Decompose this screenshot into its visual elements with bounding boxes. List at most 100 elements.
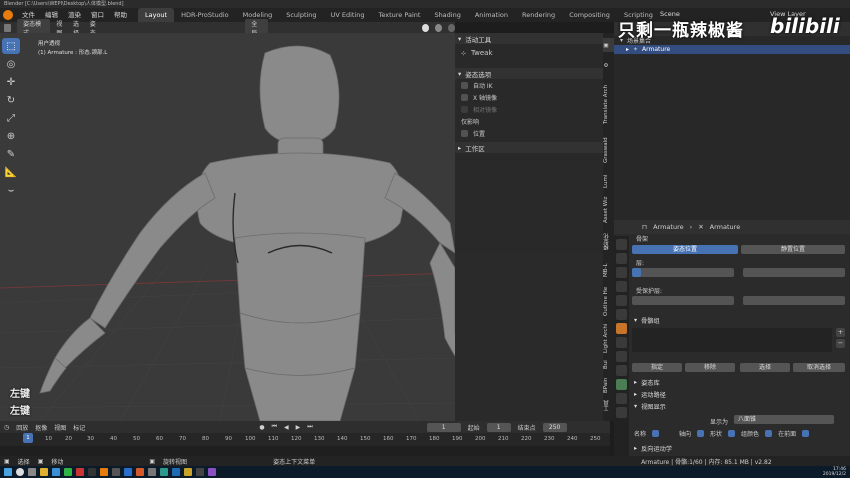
menu-help[interactable]: 帮助: [109, 8, 132, 22]
end-frame-field[interactable]: 250: [542, 422, 567, 432]
tab-texture-paint[interactable]: Texture Paint: [371, 8, 427, 22]
bone-groups-list[interactable]: [632, 328, 832, 352]
current-frame-field[interactable]: 1: [426, 422, 461, 432]
in-front-checkbox[interactable]: [802, 430, 810, 437]
blender-taskbar-icon[interactable]: [100, 468, 108, 476]
axes-checkbox[interactable]: [697, 430, 705, 437]
tab-hdr-prostudio[interactable]: HDR-ProStudio: [174, 8, 236, 22]
tab-outline-he[interactable]: Outline He: [603, 283, 614, 319]
scale-icon[interactable]: ⤢: [2, 110, 20, 126]
bone-tab-icon[interactable]: [616, 393, 627, 404]
tab-uv-editing[interactable]: UV Editing: [324, 8, 372, 22]
assign-button[interactable]: 指定: [632, 363, 682, 372]
auto-ik-checkbox[interactable]: [461, 81, 468, 89]
tab-lumi[interactable]: Lumi: [603, 171, 614, 191]
tab-bpain[interactable]: BPain: [603, 375, 614, 395]
display-as-dropdown[interactable]: 八面锥: [734, 415, 834, 424]
timeline-track[interactable]: [0, 446, 610, 456]
bone-groups-section[interactable]: ▾ 骨骼组: [630, 315, 848, 326]
pose-options-section[interactable]: ▾ 姿态选项: [455, 68, 603, 79]
tab-animation[interactable]: Animation: [468, 8, 515, 22]
viewport-display-section[interactable]: ▾ 视图显示: [630, 401, 848, 412]
physics-tab-icon[interactable]: [616, 351, 627, 362]
world-tab-icon[interactable]: [616, 309, 627, 320]
deselect-button[interactable]: 取消选择: [793, 363, 845, 372]
layer-active-toggle[interactable]: [632, 268, 641, 277]
timeline-menu-view[interactable]: 视图: [54, 423, 66, 432]
move-icon[interactable]: ✛: [2, 74, 20, 90]
app-icon[interactable]: [88, 468, 96, 476]
record-icon[interactable]: ●: [259, 424, 264, 431]
tab-light-archi[interactable]: Light Archi: [603, 321, 614, 355]
app-icon[interactable]: [172, 468, 180, 476]
layers-grid-left[interactable]: [632, 268, 734, 277]
editor-type-icon[interactable]: [4, 23, 12, 32]
timeline-menu-keying[interactable]: 抠像: [35, 423, 47, 432]
remove-icon[interactable]: −: [836, 339, 845, 348]
jump-start-icon[interactable]: ⏮: [272, 423, 277, 431]
app-icon[interactable]: [184, 468, 192, 476]
timeline-menu-playback[interactable]: 回放: [16, 423, 28, 432]
scene-tab-icon[interactable]: [616, 295, 627, 306]
tab-mb-l[interactable]: MB-L: [603, 259, 614, 281]
protected-grid-left[interactable]: [632, 296, 734, 305]
render-tab-icon[interactable]: [616, 253, 627, 264]
task-view-icon[interactable]: [28, 468, 36, 476]
tab-asset-wiz[interactable]: Asset Wiz: [603, 195, 614, 225]
app-icon[interactable]: [76, 468, 84, 476]
shading-solid-icon[interactable]: [421, 23, 429, 32]
tab-compositing[interactable]: Compositing: [562, 8, 617, 22]
app-icon[interactable]: [160, 468, 168, 476]
shading-material-icon[interactable]: [434, 23, 442, 32]
app-icon[interactable]: [148, 468, 156, 476]
select-button[interactable]: 选择: [740, 363, 790, 372]
remove-button[interactable]: 移除: [685, 363, 735, 372]
view-layer-tab-icon[interactable]: [616, 281, 627, 292]
texture-tab-icon[interactable]: [616, 407, 627, 418]
shapes-checkbox[interactable]: [728, 430, 736, 437]
tab-tools[interactable]: 工具: [603, 398, 614, 414]
modifier-tab-icon[interactable]: [616, 337, 627, 348]
blender-logo-icon[interactable]: [3, 10, 13, 20]
active-tool-section[interactable]: ▾ 活动工具: [455, 33, 603, 44]
timeline-editor-icon[interactable]: ◷: [4, 424, 9, 431]
object-tab-icon[interactable]: [616, 323, 627, 334]
armature-data-tab-icon[interactable]: [616, 379, 627, 390]
add-icon[interactable]: +: [836, 328, 845, 337]
rotate-icon[interactable]: ↻: [2, 92, 20, 108]
tab-shading[interactable]: Shading: [427, 8, 467, 22]
relative-mirror-checkbox[interactable]: [461, 105, 468, 113]
app-icon[interactable]: [112, 468, 120, 476]
play-reverse-icon[interactable]: ◀: [284, 424, 289, 431]
tab-model[interactable]: 模型化: [603, 229, 614, 255]
pose-position-button[interactable]: 姿态位置: [632, 245, 738, 254]
outliner-armature-row[interactable]: ▸ ✦ Armature: [614, 45, 850, 54]
output-tab-icon[interactable]: [616, 267, 627, 278]
explorer-icon[interactable]: [40, 468, 48, 476]
app-icon[interactable]: [52, 468, 60, 476]
start-frame-field[interactable]: 1: [486, 422, 511, 432]
select-box-icon[interactable]: ⬚: [2, 38, 20, 54]
jump-end-icon[interactable]: ⏭: [307, 423, 312, 431]
tool-tab-icon[interactable]: [616, 239, 627, 250]
playhead[interactable]: 1: [23, 433, 33, 443]
annotate-icon[interactable]: ✎: [2, 146, 20, 162]
search-icon[interactable]: [16, 468, 24, 476]
app-icon[interactable]: [136, 468, 144, 476]
layers-grid-right[interactable]: [743, 268, 845, 277]
workspace-section[interactable]: ▸ 工作区: [455, 142, 603, 153]
motion-paths-section[interactable]: ▸ 运动路径: [630, 389, 848, 400]
inverse-kinematics-section[interactable]: ▸ 反向运动学: [630, 443, 848, 454]
system-clock[interactable]: 17:46 2019/12/2: [823, 467, 850, 477]
x-mirror-checkbox[interactable]: [461, 93, 468, 101]
group-colors-checkbox[interactable]: [765, 430, 773, 437]
start-icon[interactable]: [4, 468, 12, 476]
tab-item[interactable]: ▣: [603, 38, 614, 52]
transform-icon[interactable]: ⊕: [2, 128, 20, 144]
play-icon[interactable]: ▶: [296, 424, 301, 431]
tab-rendering[interactable]: Rendering: [515, 8, 562, 22]
locations-checkbox[interactable]: [461, 129, 468, 137]
tab-translate-arch[interactable]: Translate Arch: [603, 78, 614, 130]
tab-bui[interactable]: Bui: [603, 358, 614, 372]
measure-icon[interactable]: 📐: [2, 164, 20, 180]
